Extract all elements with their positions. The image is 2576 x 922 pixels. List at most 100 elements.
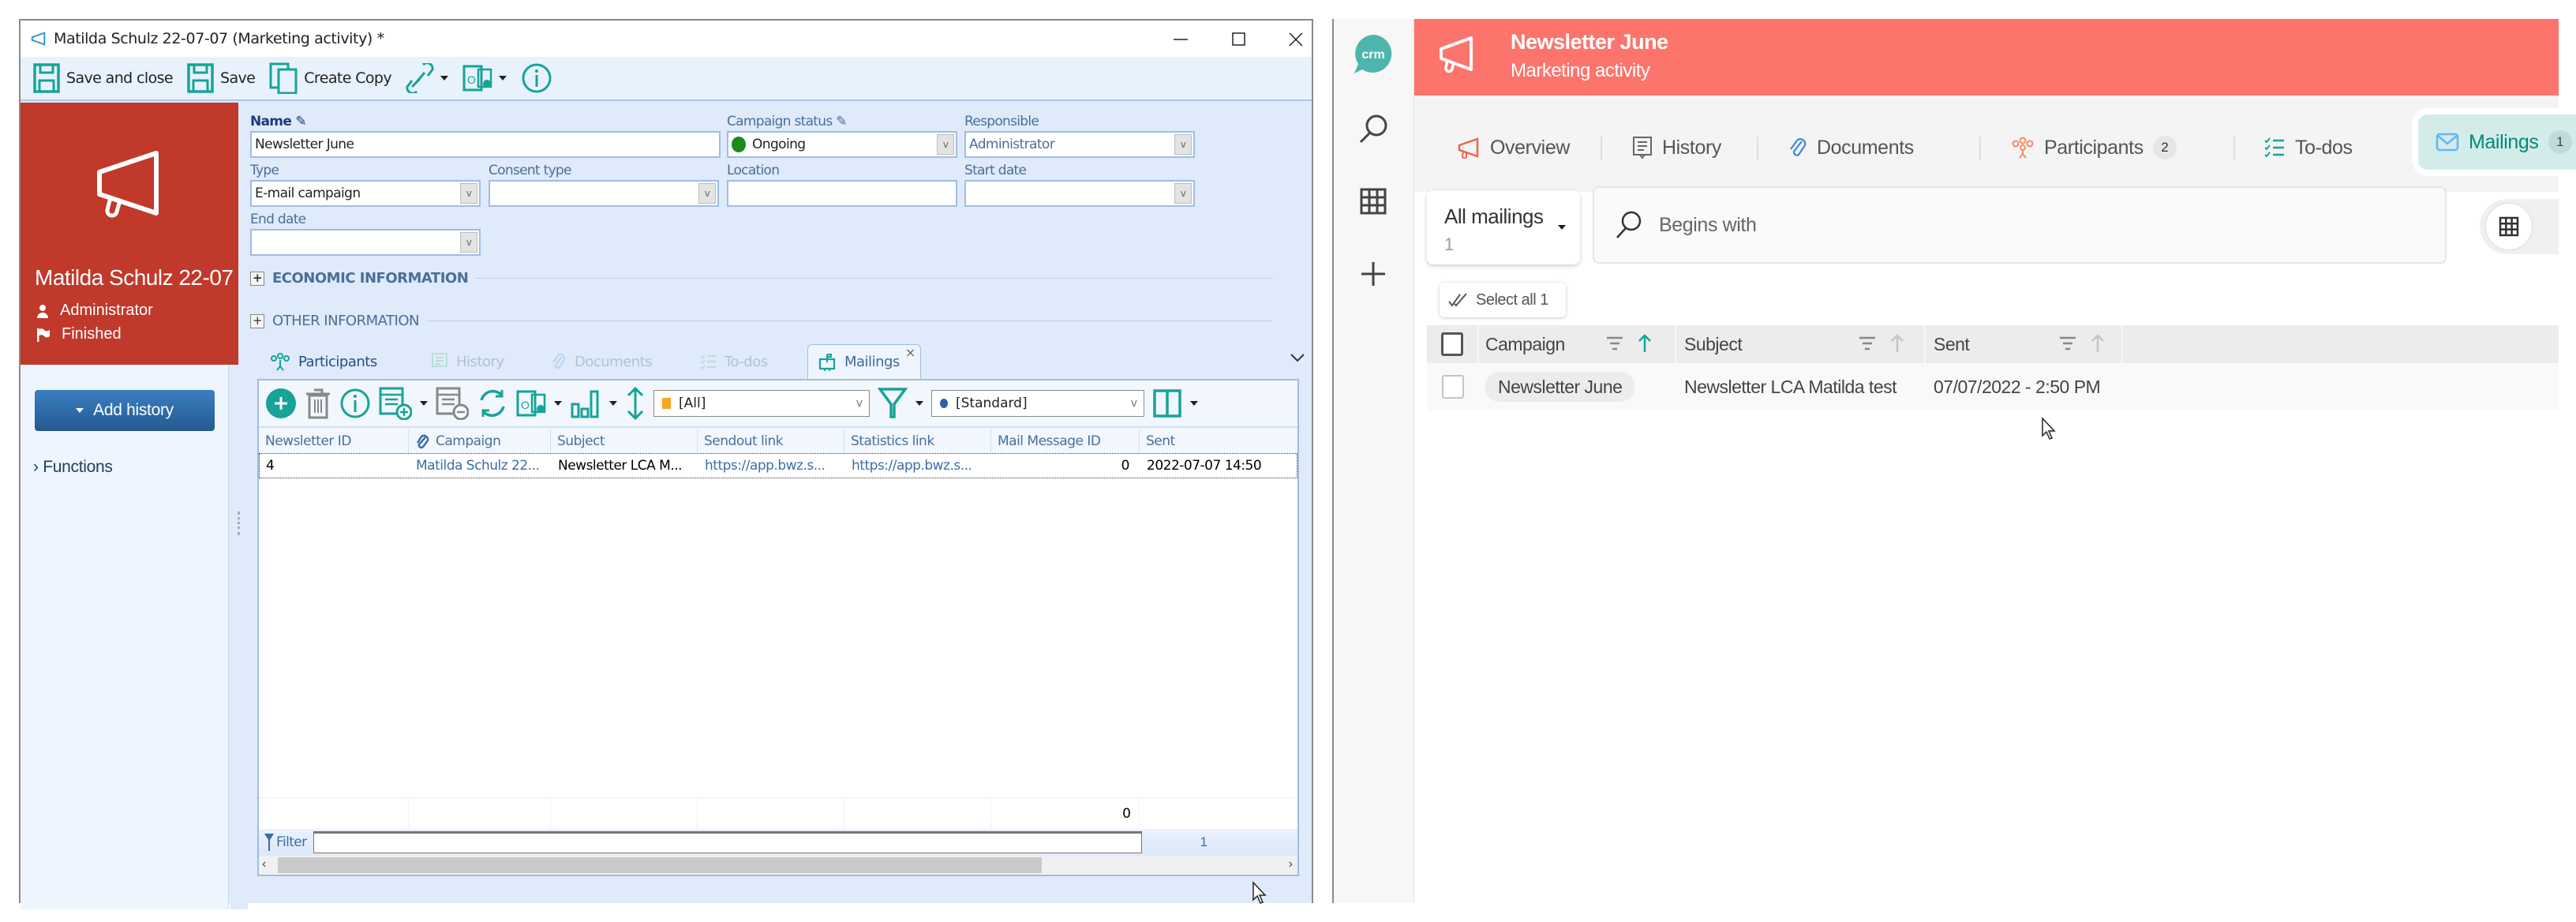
column-header-campaign[interactable]: Campaign bbox=[1479, 325, 1676, 363]
crm-logo[interactable]: crm bbox=[1334, 27, 1413, 82]
search-box[interactable] bbox=[1593, 186, 2447, 264]
sort-icon[interactable] bbox=[2090, 333, 2106, 354]
filter-lines-icon[interactable] bbox=[1605, 335, 1624, 352]
expand-icon[interactable]: + bbox=[250, 271, 264, 286]
save-and-close-button[interactable]: Save and close bbox=[28, 61, 178, 96]
cell-sendout-link[interactable]: https://app.bwz.s... bbox=[698, 454, 845, 478]
column-header[interactable]: Sent bbox=[1140, 429, 1294, 453]
column-header-sent[interactable]: Sent bbox=[1926, 325, 2123, 363]
scroll-right-icon[interactable]: › bbox=[1289, 857, 1293, 871]
search-input[interactable] bbox=[1659, 213, 2369, 237]
dropdown-caret[interactable] bbox=[420, 401, 428, 406]
splitter-handle[interactable] bbox=[230, 365, 248, 909]
name-input[interactable]: Newsletter June bbox=[250, 131, 721, 158]
end-date-input[interactable]: v bbox=[250, 229, 481, 256]
outlook-icon[interactable]: O bbox=[516, 388, 546, 418]
select-all-button[interactable]: Select all 1 bbox=[1440, 283, 1566, 317]
view-filter-select[interactable]: [All] v bbox=[653, 390, 870, 417]
column-header[interactable]: Mail Message ID bbox=[991, 429, 1140, 453]
refresh-icon[interactable] bbox=[477, 388, 508, 419]
subtab-history[interactable]: History bbox=[431, 344, 504, 379]
chevron-down-icon[interactable]: v bbox=[460, 232, 477, 253]
close-button[interactable] bbox=[1272, 24, 1320, 55]
column-header[interactable]: Statistics link bbox=[844, 429, 991, 453]
link-button[interactable] bbox=[401, 61, 453, 96]
table-row[interactable]: 4 Matilda Schulz 22... Newsletter LCA M.… bbox=[259, 453, 1297, 478]
responsible-select[interactable]: Administrator v bbox=[964, 131, 1195, 158]
chevron-down-icon[interactable]: v bbox=[460, 183, 477, 204]
tab-mailings[interactable]: Mailings 1 bbox=[2418, 114, 2576, 170]
consent-type-select[interactable]: v bbox=[489, 180, 719, 207]
horizontal-scrollbar[interactable]: ‹ › bbox=[259, 856, 1297, 875]
create-copy-button[interactable]: Create Copy bbox=[264, 61, 396, 96]
dropdown-caret[interactable] bbox=[1190, 401, 1198, 406]
dropdown-caret[interactable] bbox=[499, 76, 507, 81]
tab-overview[interactable]: Overview bbox=[1457, 127, 1570, 168]
location-input[interactable] bbox=[727, 180, 957, 207]
remove-record-list-icon[interactable] bbox=[436, 387, 469, 420]
tab-todos[interactable]: To-dos bbox=[2263, 127, 2353, 168]
subtab-mailings[interactable]: Mailings × bbox=[807, 344, 921, 379]
table-view-button[interactable] bbox=[2486, 204, 2532, 249]
maximize-button[interactable] bbox=[1215, 24, 1263, 55]
type-select[interactable]: E-mail campaign v bbox=[250, 180, 481, 207]
minimize-button[interactable] bbox=[1157, 24, 1204, 55]
subtab-todos[interactable]: To-dos bbox=[699, 344, 768, 379]
add-record-list-icon[interactable] bbox=[379, 387, 412, 420]
save-button[interactable]: Save bbox=[182, 61, 260, 96]
mailings-filter-select[interactable]: All mailings 1 bbox=[1427, 190, 1580, 264]
scrollbar-thumb[interactable] bbox=[278, 857, 1042, 873]
info-button[interactable] bbox=[516, 61, 557, 96]
filter-lines-icon[interactable] bbox=[2058, 335, 2077, 352]
campaign-chip[interactable]: Newsletter June bbox=[1485, 371, 1635, 402]
expand-icon[interactable]: + bbox=[250, 313, 264, 328]
functions-expander[interactable]: › Functions bbox=[33, 458, 113, 477]
trash-icon[interactable] bbox=[305, 388, 331, 419]
filter-icon[interactable] bbox=[878, 387, 908, 420]
info-icon[interactable] bbox=[339, 388, 371, 419]
chart-icon[interactable] bbox=[570, 388, 601, 418]
column-header[interactable]: Newsletter ID bbox=[259, 429, 409, 453]
filter-lines-icon[interactable] bbox=[1858, 335, 1877, 352]
dropdown-caret[interactable] bbox=[609, 401, 617, 406]
columns-icon[interactable] bbox=[1152, 388, 1182, 418]
rail-search[interactable] bbox=[1334, 101, 1413, 156]
row-checkbox[interactable] bbox=[1442, 375, 1464, 399]
dropdown-caret[interactable] bbox=[915, 401, 923, 406]
subtab-participants[interactable]: Participants bbox=[270, 344, 377, 379]
dropdown-caret[interactable] bbox=[554, 401, 562, 406]
scroll-left-icon[interactable]: ‹ bbox=[262, 857, 266, 871]
column-header-subject[interactable]: Subject bbox=[1676, 325, 1926, 363]
table-row[interactable]: Newsletter June Newsletter LCA Matilda t… bbox=[1427, 363, 2559, 410]
campaign-status-select[interactable]: Ongoing v bbox=[727, 131, 957, 158]
start-date-input[interactable]: v bbox=[964, 180, 1195, 207]
add-history-button[interactable]: Add history bbox=[35, 390, 215, 431]
dropdown-caret[interactable] bbox=[440, 76, 449, 81]
other-information-section[interactable]: + OTHER INFORMATION bbox=[250, 313, 1271, 329]
add-icon[interactable] bbox=[265, 388, 297, 419]
cell-statistics-link[interactable]: https://app.bwz.s... bbox=[845, 454, 992, 478]
sort-icon[interactable] bbox=[1889, 333, 1905, 354]
layout-select[interactable]: [Standard] v bbox=[931, 390, 1144, 417]
column-header[interactable]: Campaign bbox=[409, 429, 551, 453]
sort-ascending-icon[interactable] bbox=[1637, 333, 1653, 354]
cell-campaign-link[interactable]: Matilda Schulz 22... bbox=[410, 454, 552, 478]
chevron-down-icon[interactable]: v bbox=[937, 134, 954, 155]
economic-information-section[interactable]: + ECONOMIC INFORMATION bbox=[250, 270, 1274, 287]
tab-documents[interactable]: Documents bbox=[1788, 127, 1914, 168]
filter-input[interactable] bbox=[313, 831, 1142, 853]
column-header[interactable]: Subject bbox=[551, 429, 698, 453]
tab-history[interactable]: History bbox=[1632, 127, 1721, 168]
outlook-button[interactable]: O bbox=[458, 61, 511, 96]
tab-participants[interactable]: Participants 2 bbox=[2011, 127, 2177, 168]
rail-add[interactable] bbox=[1334, 246, 1413, 302]
chevron-down-icon[interactable]: v bbox=[1174, 134, 1192, 155]
chevron-down-icon[interactable] bbox=[1290, 352, 1305, 367]
column-header[interactable]: Sendout link bbox=[698, 429, 844, 453]
subtab-documents[interactable]: Documents bbox=[551, 344, 653, 379]
chevron-down-icon[interactable]: v bbox=[1174, 183, 1192, 204]
close-tab-icon[interactable]: × bbox=[905, 345, 915, 360]
resize-rows-icon[interactable] bbox=[625, 386, 646, 421]
chevron-down-icon[interactable]: v bbox=[698, 183, 716, 204]
rail-grid[interactable] bbox=[1334, 174, 1413, 229]
